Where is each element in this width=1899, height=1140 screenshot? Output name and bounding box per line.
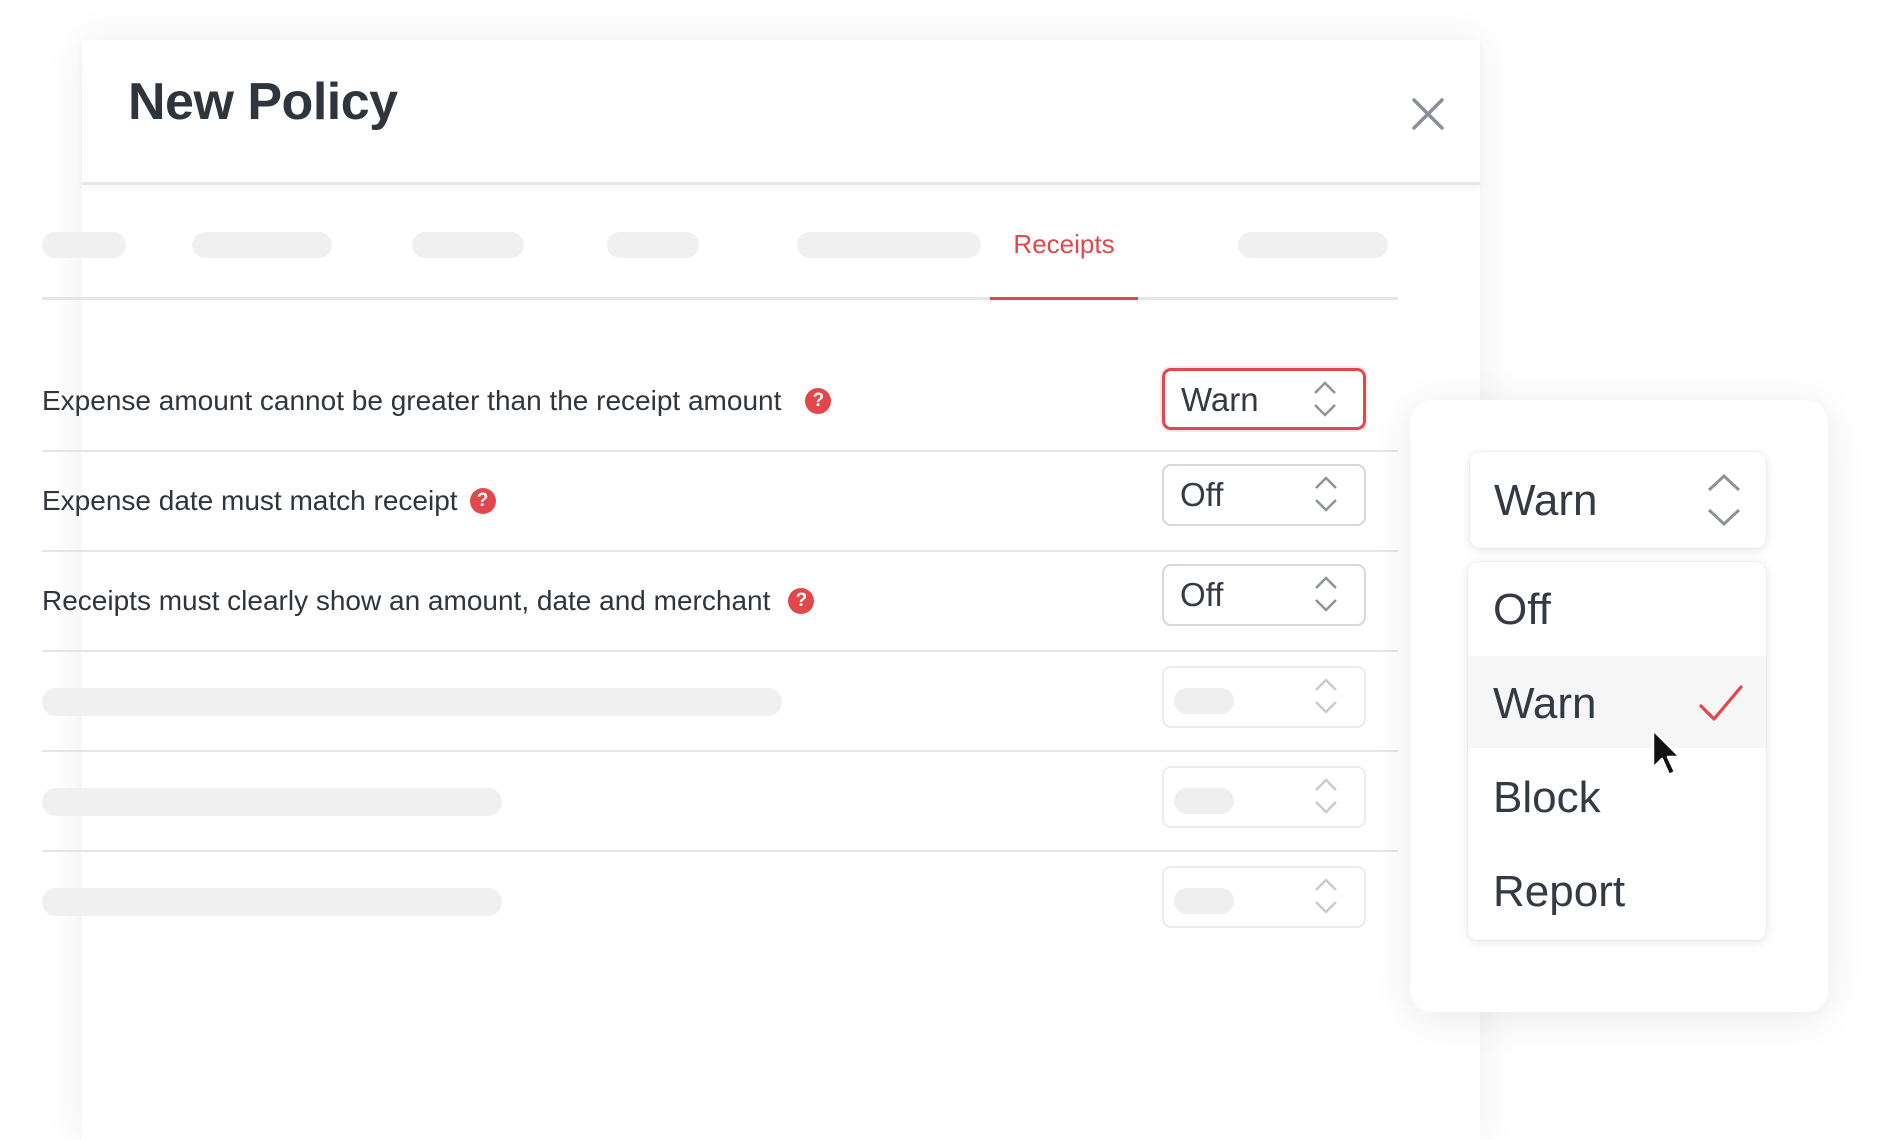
rule-select-value: Warn — [1181, 381, 1259, 418]
rule-row: Expense amount cannot be greater than th… — [42, 352, 1398, 452]
close-button[interactable] — [1400, 86, 1456, 142]
rule-row-placeholder — [42, 852, 1398, 950]
dropdown-menu: Off Warn Block Report — [1468, 562, 1766, 940]
chevron-up-down-icon — [1315, 878, 1337, 914]
dropdown-current-value: Warn — [1494, 476, 1598, 525]
option-label: Block — [1493, 773, 1601, 822]
check-icon — [1699, 685, 1743, 721]
chevron-up-down-icon — [1315, 576, 1337, 612]
help-icon[interactable]: ? — [788, 587, 815, 614]
dropdown-popup: Warn Off Warn Block Report — [1410, 400, 1828, 1012]
option-off[interactable]: Off — [1468, 562, 1766, 654]
rule-select-placeholder[interactable] — [1162, 866, 1366, 928]
tab-placeholder[interactable] — [192, 232, 332, 258]
chevron-up-down-icon — [1707, 473, 1741, 527]
tab-placeholder[interactable] — [607, 232, 699, 258]
value-placeholder — [1174, 688, 1234, 714]
rule-label-text: Expense amount cannot be greater than th… — [42, 385, 782, 416]
chevron-up-down-icon — [1314, 381, 1336, 417]
rule-label-placeholder — [42, 788, 502, 816]
rule-row-placeholder — [42, 652, 1398, 752]
chevron-up-down-icon — [1315, 476, 1337, 512]
option-warn[interactable]: Warn — [1468, 656, 1766, 748]
rule-select-value: Off — [1180, 576, 1224, 613]
tab-placeholder[interactable] — [1238, 232, 1388, 258]
rule-select[interactable]: Off — [1162, 564, 1366, 626]
option-block[interactable]: Block — [1468, 750, 1766, 842]
modal-header: New Policy — [82, 40, 1480, 185]
rule-select-placeholder[interactable] — [1162, 666, 1366, 728]
rule-row-placeholder — [42, 752, 1398, 852]
chevron-up-down-icon — [1315, 778, 1337, 814]
rule-row: Expense date must match receipt? Off — [42, 452, 1398, 552]
policy-tabs: Receipts — [42, 185, 1398, 300]
option-label: Warn — [1493, 679, 1597, 728]
help-icon[interactable]: ? — [805, 387, 832, 414]
rule-label-text: Expense date must match receipt — [42, 485, 458, 516]
rule-select-value: Off — [1180, 476, 1224, 513]
tab-receipts[interactable]: Receipts — [990, 185, 1138, 300]
rule-label-placeholder — [42, 888, 502, 916]
rule-select[interactable]: Off — [1162, 464, 1366, 526]
option-label: Off — [1493, 585, 1551, 634]
rule-label-text: Receipts must clearly show an amount, da… — [42, 585, 771, 616]
chevron-up-down-icon — [1315, 678, 1337, 714]
dropdown-current-select[interactable]: Warn — [1470, 452, 1766, 548]
modal-title: New Policy — [128, 73, 398, 131]
tab-placeholder[interactable] — [42, 232, 126, 258]
mouse-pointer-icon — [1651, 728, 1682, 777]
rule-label: Expense amount cannot be greater than th… — [42, 352, 832, 450]
value-placeholder — [1174, 888, 1234, 914]
option-label: Report — [1493, 867, 1626, 916]
rule-label-placeholder — [42, 688, 782, 716]
value-placeholder — [1174, 788, 1234, 814]
tab-placeholder[interactable] — [797, 232, 981, 258]
option-report[interactable]: Report — [1468, 844, 1766, 936]
rule-label: Receipts must clearly show an amount, da… — [42, 552, 815, 650]
rule-row: Receipts must clearly show an amount, da… — [42, 552, 1398, 652]
rule-label: Expense date must match receipt? — [42, 452, 496, 550]
rule-select[interactable]: Warn — [1162, 368, 1366, 430]
tab-placeholder[interactable] — [412, 232, 524, 258]
help-icon[interactable]: ? — [469, 487, 496, 514]
rule-select-placeholder[interactable] — [1162, 766, 1366, 828]
close-icon — [1412, 98, 1444, 130]
